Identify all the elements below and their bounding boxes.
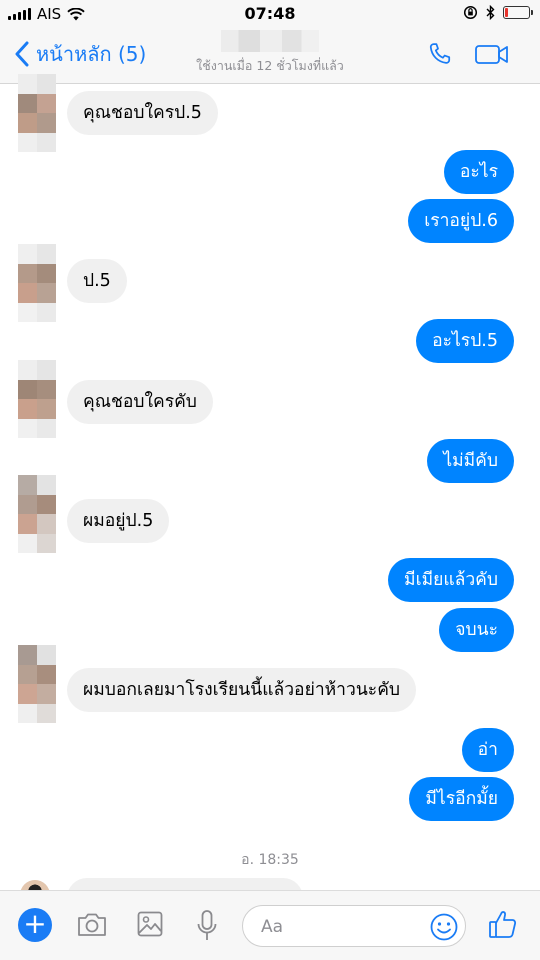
message-bubble-outgoing[interactable]: มีเมียแล้วคับ (388, 558, 514, 602)
message-bubble-outgoing[interactable]: อะไรป.5 (416, 319, 514, 363)
message-composer: + Aa (0, 890, 540, 960)
camera-icon[interactable] (76, 909, 108, 939)
contact-name-redacted (221, 30, 319, 52)
chevron-left-icon (15, 41, 29, 67)
orientation-lock-icon (463, 5, 478, 20)
bluetooth-icon (486, 5, 495, 20)
contact-avatar (18, 244, 56, 322)
plus-icon[interactable]: + (18, 908, 52, 942)
status-bar: AIS 07:48 (0, 0, 540, 28)
battery-icon (503, 6, 533, 19)
message-bubble-incoming[interactable]: ผมบอกเลยมาโรงเรียนนี้แล้วอย่าห้าวนะคับ (67, 668, 417, 712)
thumbs-up-icon[interactable] (487, 907, 519, 941)
message-bubble-outgoing[interactable]: มีไรอีกมั้ย (409, 777, 514, 821)
contact-avatar (18, 645, 56, 723)
message-bubble-incoming[interactable]: คุณชอบใครคับ (67, 380, 213, 424)
battery-level (505, 8, 508, 17)
clock: 07:48 (244, 4, 296, 23)
video-camera-icon[interactable] (474, 40, 510, 68)
message-input-placeholder: Aa (261, 917, 284, 937)
image-icon[interactable] (136, 909, 164, 939)
status-right (463, 5, 533, 20)
message-bubble-incoming[interactable]: ป.5 (67, 259, 127, 303)
message-bubble-outgoing[interactable]: อะไร (443, 150, 514, 194)
phone-icon[interactable] (426, 40, 454, 68)
conversation-header: หน้าหลัก (5) ใช้งานเมื่อ 12 ชั่วโมงที่แล… (0, 28, 540, 84)
message-timestamp: อ. 18:35 (241, 852, 299, 868)
message-bubble-incoming[interactable]: คุณชอบใครป.5 (67, 91, 218, 135)
message-bubble-outgoing[interactable]: อ่า (461, 728, 514, 772)
active-status: ใช้งานเมื่อ 12 ชั่วโมงที่แล้ว (196, 58, 344, 73)
microphone-icon[interactable] (196, 909, 218, 943)
contact-info[interactable]: ใช้งานเมื่อ 12 ชั่วโมงที่แล้ว (180, 28, 360, 76)
message-bubble-incoming[interactable]: ผมอยู่ป.5 (67, 499, 170, 543)
contact-avatar (18, 74, 56, 152)
contact-avatar (18, 475, 56, 553)
emoji-icon[interactable] (429, 912, 459, 942)
message-bubble-outgoing[interactable]: จบนะ (439, 608, 514, 652)
message-bubble-outgoing[interactable]: เราอยู่ป.6 (408, 199, 514, 243)
contact-avatar (18, 360, 56, 438)
back-label: หน้าหลัก (5) (36, 42, 147, 66)
back-button[interactable]: หน้าหลัก (5) (14, 38, 146, 70)
message-bubble-outgoing[interactable]: ไม่มีคับ (427, 439, 514, 483)
message-input[interactable]: Aa (242, 905, 466, 947)
